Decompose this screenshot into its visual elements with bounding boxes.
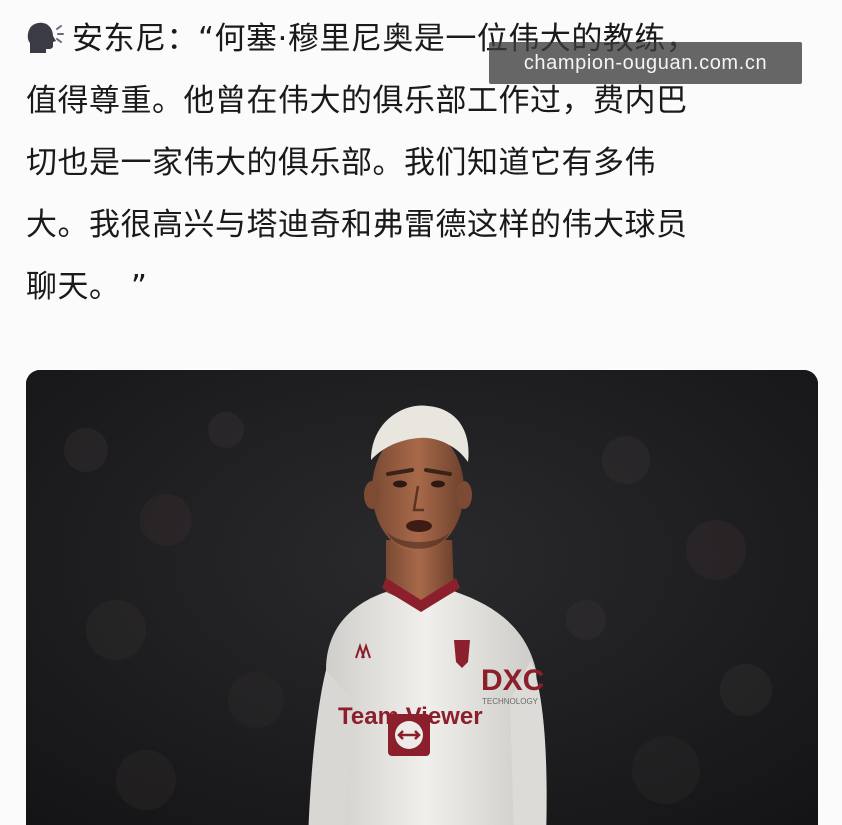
post-line-3: 切也是一家伟大的俱乐部。我们知道它有多伟	[26, 145, 656, 181]
post-page: 安东尼：“何塞·穆里尼奥是一位伟大的教练， 值得尊重。他曾在伟大的俱乐部工作过，…	[0, 0, 842, 825]
watermark: champion-ouguan.com.cn	[489, 42, 802, 84]
player-photo-illustration: Team Viewer DXC TECHNOLOGY	[26, 370, 818, 825]
sleeve-sponsor-text: DXC	[481, 664, 544, 697]
player-photo[interactable]: Team Viewer DXC TECHNOLOGY	[26, 370, 818, 825]
sleeve-sponsor-sub: TECHNOLOGY	[482, 697, 539, 706]
post-line-5: 聊天。 ”	[26, 269, 148, 305]
speaking-head-icon	[26, 20, 70, 54]
post-line-4: 大。我很高兴与塔迪奇和弗雷德这样的伟大球员	[26, 207, 688, 243]
